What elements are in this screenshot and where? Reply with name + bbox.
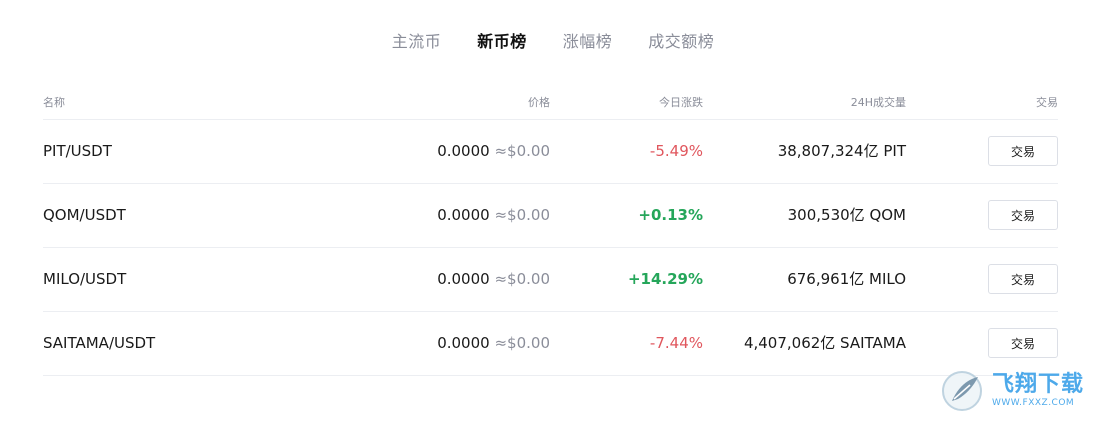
volume-value: 38,807,324亿 PIT: [777, 142, 906, 160]
price-value: 0.0000: [437, 206, 490, 224]
change-value: +0.13%: [638, 206, 703, 224]
pair-name: PIT/USDT: [43, 142, 112, 160]
volume-value: 676,961亿 MILO: [787, 270, 906, 288]
tab-new-coins[interactable]: 新币榜: [477, 30, 527, 54]
trade-button[interactable]: 交易: [988, 200, 1058, 230]
header-action: 交易: [1036, 96, 1058, 109]
usd-value: ≈$0.00: [494, 142, 550, 160]
volume-value: 300,530亿 QOM: [787, 206, 906, 224]
market-tabs: 主流币 新币榜 涨幅榜 成交额榜: [0, 30, 1106, 54]
table-row[interactable]: MILO/USDT 0.0000 ≈$0.00 +14.29% 676,961亿…: [43, 248, 1058, 312]
price-value: 0.0000: [437, 334, 490, 352]
change-value: -7.44%: [649, 334, 703, 352]
watermark-text: 飞翔下载 WWW.FXXZ.COM: [992, 374, 1084, 408]
tab-turnover[interactable]: 成交额榜: [648, 30, 714, 54]
tab-mainstream[interactable]: 主流币: [392, 30, 442, 54]
trade-button[interactable]: 交易: [988, 136, 1058, 166]
header-volume: 24H成交量: [850, 96, 906, 109]
price-cell: 0.0000 ≈$0.00: [437, 248, 550, 311]
volume-value: 4,407,062亿 SAITAMA: [743, 334, 906, 352]
price-cell: 0.0000 ≈$0.00: [437, 312, 550, 375]
change-value: -5.49%: [649, 142, 703, 160]
usd-value: ≈$0.00: [494, 206, 550, 224]
header-price: 价格: [528, 96, 550, 109]
usd-value: ≈$0.00: [494, 334, 550, 352]
price-value: 0.0000: [437, 270, 490, 288]
pair-name: SAITAMA/USDT: [43, 334, 156, 352]
usd-value: ≈$0.00: [494, 270, 550, 288]
table-row[interactable]: PIT/USDT 0.0000 ≈$0.00 -5.49% 38,807,324…: [43, 120, 1058, 184]
watermark: 飞翔下载 WWW.FXXZ.COM: [940, 369, 1098, 413]
tab-gainers[interactable]: 涨幅榜: [563, 30, 613, 54]
watermark-title: 飞翔下载: [992, 372, 1085, 397]
trade-button[interactable]: 交易: [988, 264, 1058, 294]
trade-button[interactable]: 交易: [988, 328, 1058, 358]
feather-logo-icon: [942, 371, 982, 411]
header-change: 今日涨跌: [659, 96, 703, 109]
table-row[interactable]: SAITAMA/USDT 0.0000 ≈$0.00 -7.44% 4,407,…: [43, 312, 1058, 376]
watermark-url: WWW.FXXZ.COM: [992, 398, 1075, 408]
header-name: 名称: [43, 96, 65, 109]
pair-name: MILO/USDT: [43, 270, 127, 288]
table-header: 名称 价格 今日涨跌 24H成交量 交易: [43, 88, 1058, 120]
market-table: 名称 价格 今日涨跌 24H成交量 交易 PIT/USDT 0.0000 ≈$0…: [43, 88, 1058, 376]
price-cell: 0.0000 ≈$0.00: [437, 184, 550, 247]
change-value: +14.29%: [627, 270, 703, 288]
price-value: 0.0000: [437, 142, 490, 160]
price-cell: 0.0000 ≈$0.00: [437, 120, 550, 183]
table-row[interactable]: QOM/USDT 0.0000 ≈$0.00 +0.13% 300,530亿 Q…: [43, 184, 1058, 248]
pair-name: QOM/USDT: [43, 206, 126, 224]
